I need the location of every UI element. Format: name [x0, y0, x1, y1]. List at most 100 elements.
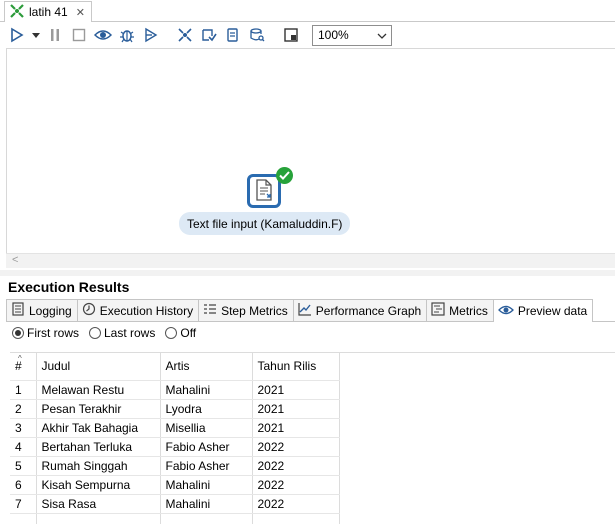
explore-db-icon[interactable]: [246, 24, 268, 46]
graph-icon: [298, 302, 312, 319]
table-row[interactable]: 2 Pesan Terakhir Lyodra 2021: [10, 399, 340, 419]
tab-execution-history[interactable]: Execution History: [77, 299, 200, 321]
table-cell: 2021: [252, 418, 340, 438]
preview-icon[interactable]: [92, 24, 114, 46]
radio-label: Last rows: [104, 326, 156, 340]
tab-performance-graph[interactable]: Performance Graph: [293, 299, 428, 321]
show-results-icon[interactable]: [280, 24, 302, 46]
radio-off[interactable]: Off: [165, 326, 196, 340]
column-header-row-number[interactable]: ^ #: [10, 353, 37, 381]
table-cell: Mahalini: [160, 494, 253, 514]
scroll-left-icon[interactable]: <: [12, 254, 18, 266]
zoom-value: 100%: [318, 28, 349, 42]
radio-last-rows[interactable]: Last rows: [89, 326, 155, 340]
table-cell: Mahalini: [160, 475, 253, 495]
chevron-down-icon: [377, 28, 387, 42]
pause-icon[interactable]: [44, 24, 66, 46]
table-cell: 2: [10, 399, 37, 419]
table-row[interactable]: 4 Bertahan Terluka Fabio Asher 2022: [10, 437, 340, 457]
table-cell: 2022: [252, 494, 340, 514]
table-cell: Fabio Asher: [160, 456, 253, 476]
tab-label: Preview data: [517, 304, 588, 318]
table-cell: Kisah Sempurna: [36, 475, 161, 495]
table-cell: Pesan Terakhir: [36, 399, 161, 419]
table-cell: 2021: [252, 380, 340, 400]
zoom-select[interactable]: 100%: [312, 24, 392, 46]
table-cell: Fabio Asher: [160, 437, 253, 457]
close-tab-icon[interactable]: ✕: [76, 6, 85, 19]
table-row[interactable]: 3 Akhir Tak Bahagia Misellia 2021: [10, 418, 340, 438]
table-header-row: ^ # Judul Artis Tahun Rilis: [10, 353, 340, 381]
table-cell: Misellia: [160, 418, 253, 438]
table-cell: 3: [10, 418, 37, 438]
results-divider[interactable]: [0, 270, 615, 276]
tab-title: latih 41: [29, 5, 68, 19]
tab-metrics[interactable]: Metrics: [427, 299, 494, 321]
column-header-tahun-rilis[interactable]: Tahun Rilis: [252, 353, 340, 381]
table-cell: Rumah Singgah: [36, 456, 161, 476]
run-icon[interactable]: [6, 24, 28, 46]
debug-icon[interactable]: [116, 24, 138, 46]
table-cell: Lyodra: [160, 399, 253, 419]
success-check-icon: [276, 167, 293, 184]
transformation-canvas[interactable]: [6, 48, 615, 268]
tab-preview-data[interactable]: Preview data: [493, 299, 594, 322]
tab-label: Performance Graph: [315, 303, 422, 318]
transformation-tab[interactable]: latih 41 ✕: [4, 1, 92, 22]
stop-icon[interactable]: [68, 24, 90, 46]
table-cell: Sisa Rasa: [36, 494, 161, 514]
table-row[interactable]: 6 Kisah Sempurna Mahalini 2022: [10, 475, 340, 495]
transformation-toolbar: 100%: [4, 23, 615, 47]
radio-button[interactable]: [89, 327, 101, 339]
canvas-horizontal-scrollbar[interactable]: <: [6, 253, 615, 268]
radio-label: Off: [180, 326, 197, 340]
step-label[interactable]: Text file input (Kamaluddin.F): [179, 212, 351, 235]
table-row-empty: [10, 513, 340, 524]
table-cell: 2022: [252, 456, 340, 476]
radio-button[interactable]: [12, 327, 24, 339]
preview-data-table[interactable]: ^ # Judul Artis Tahun Rilis 1 Melawan Re…: [10, 352, 615, 524]
table-cell: 4: [10, 437, 37, 457]
table-row[interactable]: 7 Sisa Rasa Mahalini 2022: [10, 494, 340, 514]
editor-tab-strip: latih 41 ✕: [0, 0, 615, 22]
replay-icon[interactable]: [140, 24, 162, 46]
metrics-list-icon: [203, 302, 217, 319]
table-cell: 5: [10, 456, 37, 476]
sql-icon[interactable]: [222, 24, 244, 46]
text-file-input-icon: [254, 178, 274, 204]
impact-icon[interactable]: [198, 24, 220, 46]
tab-label: Step Metrics: [221, 303, 288, 318]
table-cell: 2021: [252, 399, 340, 419]
column-header-artis[interactable]: Artis: [160, 353, 253, 381]
run-dropdown-icon[interactable]: [30, 24, 42, 46]
table-cell: Melawan Restu: [36, 380, 161, 400]
tab-step-metrics[interactable]: Step Metrics: [199, 299, 294, 321]
radio-first-rows[interactable]: First rows: [12, 326, 79, 340]
table-cell: 2022: [252, 475, 340, 495]
table-cell: Bertahan Terluka: [36, 437, 161, 457]
radio-label: First rows: [27, 326, 79, 340]
verify-icon[interactable]: [174, 24, 196, 46]
table-cell: 7: [10, 494, 37, 514]
metrics-icon: [431, 302, 445, 319]
table-cell: Akhir Tak Bahagia: [36, 418, 161, 438]
table-cell: 6: [10, 475, 37, 495]
results-title: Execution Results: [8, 279, 130, 295]
transformation-icon: [9, 3, 25, 22]
column-header-judul[interactable]: Judul: [36, 353, 161, 381]
table-row[interactable]: 1 Melawan Restu Mahalini 2021: [10, 380, 340, 400]
table-cell: Mahalini: [160, 380, 253, 400]
tab-label: Execution History: [99, 303, 194, 318]
eye-icon: [497, 304, 514, 319]
history-icon: [82, 302, 96, 319]
tab-label: Metrics: [449, 303, 488, 318]
table-cell: 2022: [252, 437, 340, 457]
results-tab-bar: Logging Execution History Step Metrics P…: [6, 299, 615, 322]
tab-logging[interactable]: Logging: [6, 299, 78, 321]
table-cell: 1: [10, 380, 37, 400]
table-row[interactable]: 5 Rumah Singgah Fabio Asher 2022: [10, 456, 340, 476]
log-icon: [11, 302, 25, 319]
preview-mode-radios: First rows Last rows Off: [12, 325, 196, 341]
sort-caret-icon: ^: [18, 354, 22, 363]
radio-button[interactable]: [165, 327, 178, 339]
